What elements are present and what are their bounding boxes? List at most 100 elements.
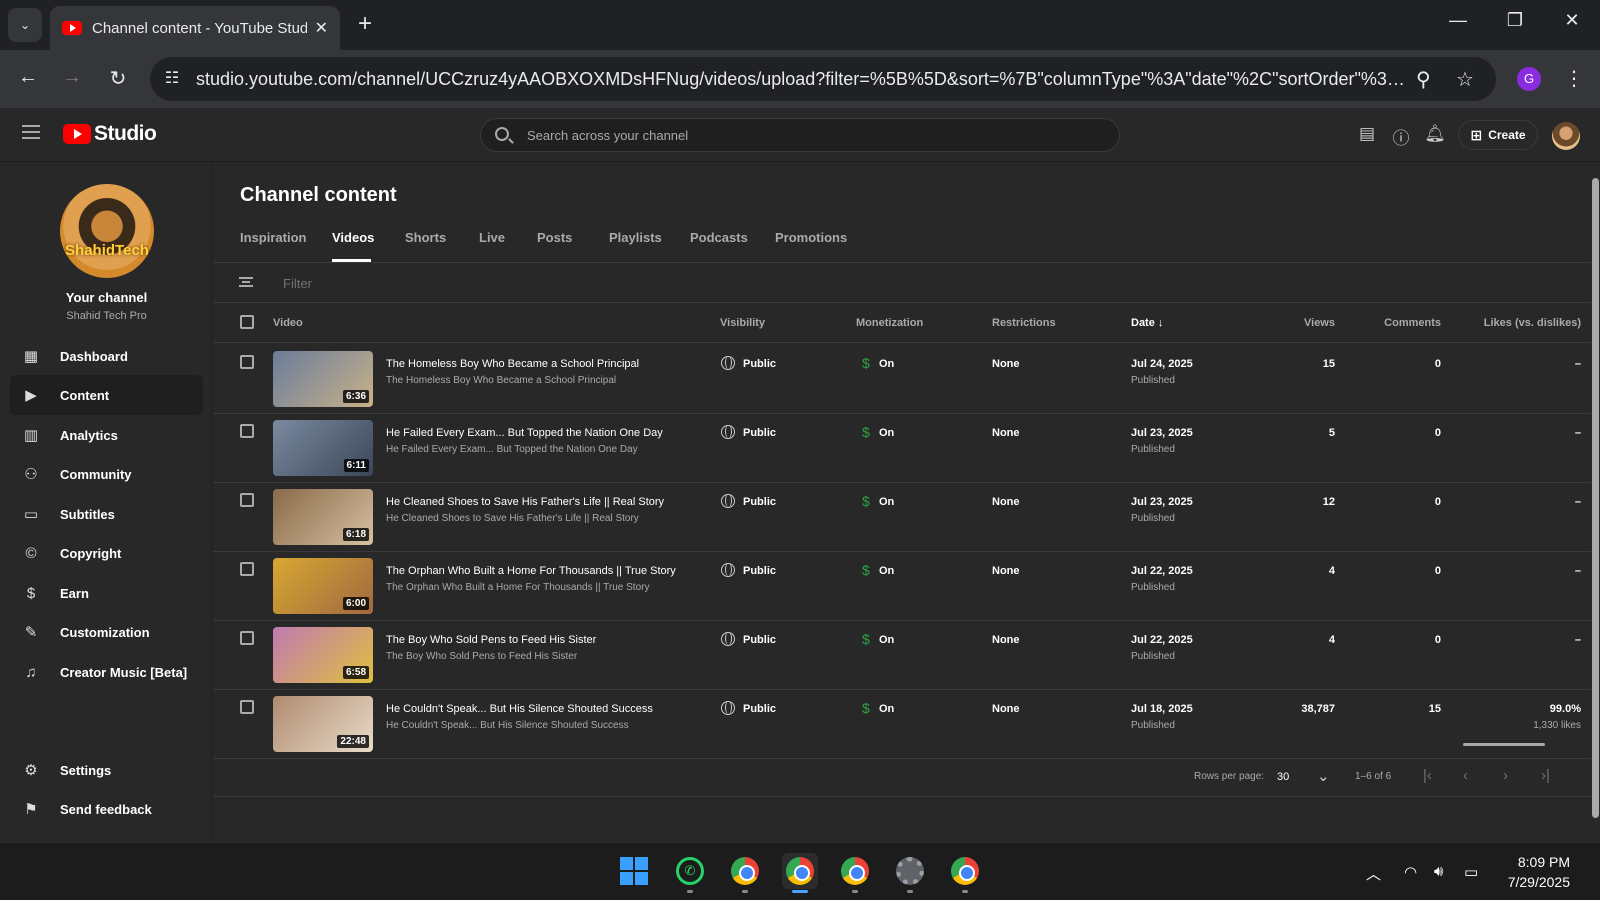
rows-per-page-chevron-icon[interactable]: ⌄ [1317, 767, 1330, 785]
select-all-checkbox[interactable] [240, 315, 254, 329]
visibility-value[interactable]: Public [743, 358, 776, 370]
previous-page-icon[interactable]: ‹ [1463, 767, 1468, 784]
column-date[interactable]: Date ↓ [1131, 317, 1163, 329]
row-checkbox[interactable] [240, 700, 254, 714]
back-button[interactable]: ← [14, 66, 42, 89]
table-row[interactable]: 6:36 The Homeless Boy Who Became a School… [213, 344, 1591, 414]
search-icon[interactable] [495, 127, 509, 141]
visibility-value[interactable]: Public [743, 496, 776, 508]
sidebar-item-settings[interactable]: ⚙ Settings [10, 750, 203, 790]
table-row[interactable]: 6:11 He Failed Every Exam... But Topped t… [213, 413, 1591, 483]
tab-posts[interactable]: Posts [537, 230, 607, 262]
tab-promotions[interactable]: Promotions [775, 230, 855, 262]
studio-logo[interactable]: Studio [63, 122, 157, 146]
table-row[interactable]: 6:58 The Boy Who Sold Pens to Feed His Si… [213, 620, 1591, 690]
monetization-value[interactable]: On [879, 358, 894, 370]
monetization-value[interactable]: On [879, 703, 894, 715]
tab-podcasts[interactable]: Podcasts [690, 230, 775, 262]
filter-icon[interactable] [239, 277, 253, 287]
tab-shorts[interactable]: Shorts [405, 230, 477, 262]
video-thumbnail[interactable]: 6:00 [273, 558, 373, 614]
account-avatar[interactable] [1552, 122, 1580, 150]
table-row[interactable]: 6:00 The Orphan Who Built a Home For Thou… [213, 551, 1591, 621]
video-thumbnail[interactable]: 6:36 [273, 351, 373, 407]
sidebar-item-send-feedback[interactable]: ⚑ Send feedback [10, 789, 203, 829]
last-page-icon[interactable]: ›| [1541, 767, 1550, 784]
sidebar-item-copyright[interactable]: © Copyright [10, 533, 203, 573]
notifications-bell-icon[interactable]: 🔔︎ [1424, 124, 1446, 144]
create-button[interactable]: ⊞ Create [1458, 120, 1538, 150]
video-title[interactable]: He Couldn't Speak... But His Silence Sho… [386, 703, 653, 715]
sidebar-item-earn[interactable]: $ Earn [10, 573, 203, 613]
taskbar-chrome-active[interactable] [782, 853, 818, 893]
video-thumbnail[interactable]: 6:18 [273, 489, 373, 545]
row-checkbox[interactable] [240, 493, 254, 507]
tab-search-button[interactable]: ⌄ [8, 8, 42, 42]
tray-chevron-up-icon[interactable]: ︿ [1366, 863, 1381, 884]
channel-avatar[interactable]: ShahidTech [60, 184, 154, 278]
video-title[interactable]: He Cleaned Shoes to Save His Father's Li… [386, 496, 664, 508]
close-window-button[interactable]: ✕ [1557, 10, 1587, 31]
search-input[interactable] [527, 119, 1087, 151]
row-checkbox[interactable] [240, 562, 254, 576]
your-channel-label[interactable]: Your channel [0, 290, 213, 305]
wifi-icon[interactable]: ◠ [1404, 863, 1417, 881]
site-info-icon[interactable]: ☷ [160, 67, 184, 91]
scrollbar[interactable] [1591, 162, 1600, 842]
monetization-value[interactable]: On [879, 496, 894, 508]
rows-per-page-select[interactable]: 30 [1277, 771, 1289, 783]
video-title[interactable]: The Boy Who Sold Pens to Feed His Sister [386, 634, 596, 646]
taskbar-chrome-1[interactable] [727, 853, 763, 893]
zoom-icon[interactable]: ⚲ [1416, 67, 1431, 92]
row-checkbox[interactable] [240, 631, 254, 645]
row-checkbox[interactable] [240, 355, 254, 369]
visibility-value[interactable]: Public [743, 427, 776, 439]
battery-icon[interactable]: ▭ [1464, 863, 1478, 881]
tab-videos[interactable]: Videos [332, 230, 374, 262]
sidebar-item-content[interactable]: ▶ Content [10, 375, 203, 415]
monetization-value[interactable]: On [879, 427, 894, 439]
sidebar-item-customization[interactable]: ✎ Customization [10, 612, 203, 652]
sidebar-item-dashboard[interactable]: ▦ Dashboard [10, 336, 203, 376]
table-row[interactable]: 6:18 He Cleaned Shoes to Save His Father'… [213, 482, 1591, 552]
minimize-button[interactable]: — [1443, 10, 1473, 31]
messages-icon[interactable]: ▤ [1356, 124, 1378, 144]
tab-inspiration[interactable]: Inspiration [240, 230, 332, 262]
help-icon[interactable]: ⓘ [1390, 124, 1412, 149]
taskbar-settings[interactable] [892, 853, 928, 893]
taskbar-whatsapp[interactable]: ✆ [672, 853, 708, 893]
video-thumbnail[interactable]: 22:48 [273, 696, 373, 752]
visibility-value[interactable]: Public [743, 634, 776, 646]
first-page-icon[interactable]: |‹ [1423, 767, 1432, 784]
row-checkbox[interactable] [240, 424, 254, 438]
taskbar-chrome-3[interactable] [947, 853, 983, 893]
url-text[interactable]: studio.youtube.com/channel/UCCzruz4yAAOB… [196, 69, 1406, 90]
browser-profile-avatar[interactable]: G [1517, 67, 1541, 91]
taskbar-chrome-2[interactable] [837, 853, 873, 893]
tab-live[interactable]: Live [479, 230, 536, 262]
monetization-value[interactable]: On [879, 634, 894, 646]
visibility-value[interactable]: Public [743, 565, 776, 577]
address-bar[interactable]: ☷ studio.youtube.com/channel/UCCzruz4yAA… [150, 57, 1496, 101]
video-title[interactable]: The Homeless Boy Who Became a School Pri… [386, 358, 639, 370]
monetization-value[interactable]: On [879, 565, 894, 577]
browser-menu-icon[interactable]: ⋮ [1564, 66, 1584, 91]
close-tab-icon[interactable]: ✕ [315, 18, 328, 38]
browser-tab[interactable]: Channel content - YouTube Studio ✕ [50, 6, 340, 50]
filter-input[interactable] [283, 273, 583, 293]
next-page-icon[interactable]: › [1503, 767, 1508, 784]
table-row[interactable]: 22:48 He Couldn't Speak... But His Silenc… [213, 689, 1591, 759]
video-title[interactable]: The Orphan Who Built a Home For Thousand… [386, 565, 676, 577]
start-button[interactable] [616, 853, 652, 889]
new-tab-button[interactable]: + [352, 12, 378, 38]
tab-playlists[interactable]: Playlists [609, 230, 690, 262]
sidebar-item-community[interactable]: ⚇ Community [10, 454, 203, 494]
restore-button[interactable]: ❐ [1500, 10, 1530, 31]
system-clock[interactable]: 8:09 PM 7/29/2025 [1508, 852, 1570, 892]
volume-icon[interactable]: 🔊︎ [1434, 863, 1443, 880]
video-title[interactable]: He Failed Every Exam... But Topped the N… [386, 427, 663, 439]
video-thumbnail[interactable]: 6:11 [273, 420, 373, 476]
scroll-thumb[interactable] [1592, 178, 1599, 818]
bookmark-star-icon[interactable]: ☆ [1456, 67, 1474, 92]
sidebar-item-analytics[interactable]: ▥ Analytics [10, 415, 203, 455]
